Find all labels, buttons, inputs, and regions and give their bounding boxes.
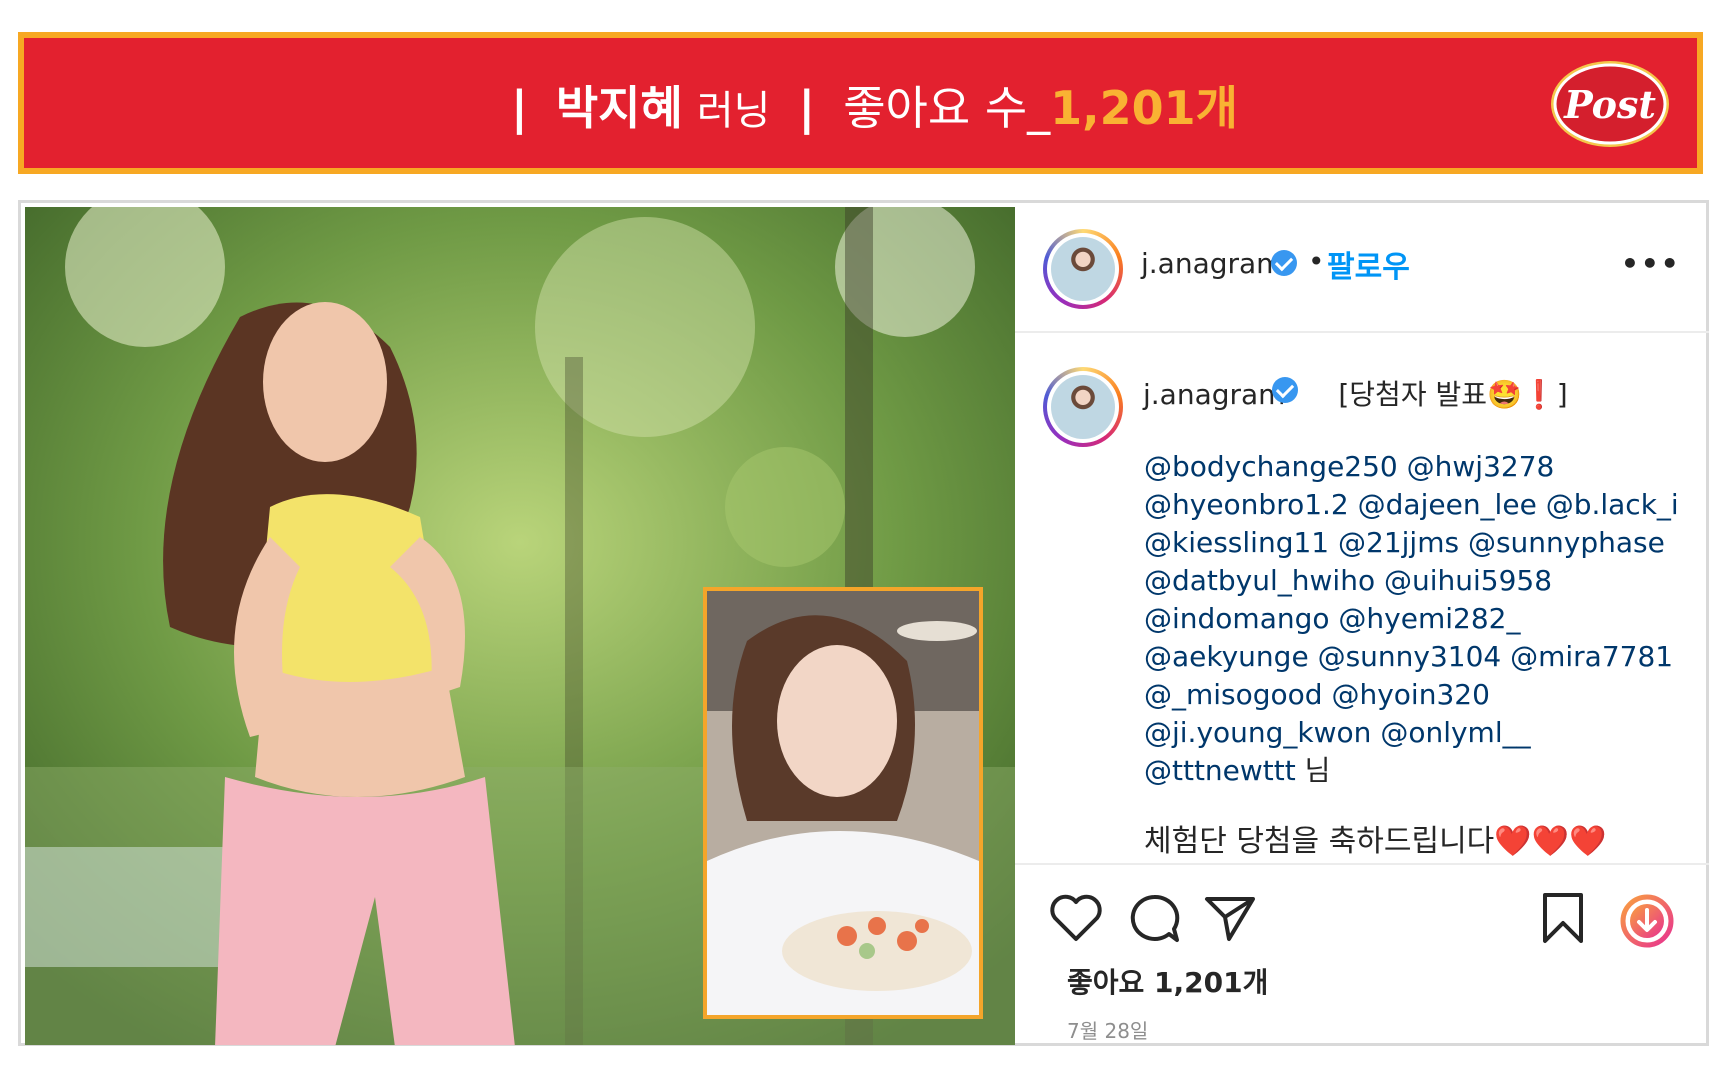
avatar-image	[1051, 237, 1115, 301]
instagram-post-card: j.anagram • 팔로우 ••• j.anagram [당첨자 발표🤩❗]…	[18, 200, 1709, 1046]
mention-line[interactable]: @hyeonbro1.2 @dajeen_lee @b.lack_i	[1144, 486, 1684, 524]
caption-avatar[interactable]	[1043, 367, 1123, 447]
caption-verified-badge-icon	[1272, 377, 1298, 403]
follow-button[interactable]: 팔로우	[1327, 242, 1410, 286]
more-options-button[interactable]: •••	[1621, 247, 1681, 280]
mention-line[interactable]: @kiessling11 @21jjms @sunnyphase	[1144, 524, 1684, 562]
banner-separator-2: |	[798, 81, 816, 135]
post-brand-logo: Post	[1551, 61, 1669, 147]
caption-closing: 체험단 당첨을 축하드립니다❤️❤️❤️	[1144, 824, 1607, 859]
heart-icon[interactable]	[1049, 893, 1103, 943]
banner-likes-count: 1,201개	[1050, 81, 1238, 135]
banner-name: 박지혜	[555, 81, 683, 135]
verified-badge-icon	[1271, 250, 1297, 276]
banner-title: | 박지혜 러닝 | 좋아요 수_1,201개	[24, 80, 1697, 139]
banner-separator: |	[511, 81, 528, 135]
mention-line[interactable]: @bodychange250 @hwj3278	[1144, 448, 1684, 486]
post-date[interactable]: 7월 28일	[1067, 1015, 1148, 1044]
comment-icon[interactable]	[1127, 893, 1181, 945]
mention-line[interactable]: @ji.young_kwon @onlyml__	[1144, 714, 1684, 752]
mention-line[interactable]: @aekyunge @sunny3104 @mira7781	[1144, 638, 1684, 676]
header-divider	[1015, 331, 1709, 333]
download-icon[interactable]	[1619, 893, 1675, 949]
mention-line[interactable]: @tttnewttt 님	[1144, 752, 1684, 790]
inset-photo	[703, 587, 983, 1019]
banner-activity: 러닝	[696, 88, 771, 134]
mention-list: @bodychange250 @hwj3278 @hyeonbro1.2 @da…	[1144, 448, 1684, 790]
running-photo	[25, 207, 1015, 1045]
mention-line[interactable]: @datbyul_hwiho @uihui5958	[1144, 562, 1684, 600]
caption-avatar-image	[1051, 375, 1115, 439]
profile-avatar[interactable]	[1043, 229, 1123, 309]
mention-line[interactable]: @_misogood @hyoin320	[1144, 676, 1684, 714]
post-username[interactable]: j.anagram	[1141, 247, 1283, 280]
bookmark-icon[interactable]	[1539, 891, 1587, 945]
post-detail-panel: j.anagram • 팔로우 ••• j.anagram [당첨자 발표🤩❗]…	[1015, 203, 1709, 1043]
likes-count[interactable]: 좋아요 1,201개	[1067, 961, 1268, 1001]
mention-line[interactable]: @indomango @hyemi282_	[1144, 600, 1684, 638]
caption-title: [당첨자 발표🤩❗]	[1338, 378, 1568, 411]
inset-photo-illustration	[707, 591, 979, 1015]
header-banner: | 박지혜 러닝 | 좋아요 수_1,201개 Post	[18, 32, 1703, 174]
mention-suffix: 님	[1295, 754, 1331, 787]
share-icon[interactable]	[1203, 893, 1257, 943]
banner-likes-label: 좋아요 수_	[843, 81, 1051, 135]
caption-username[interactable]: j.anagram	[1143, 378, 1285, 411]
dot-separator: •	[1308, 245, 1325, 278]
caption-header: j.anagram [당첨자 발표🤩❗]	[1143, 373, 1568, 413]
svg-text:Post: Post	[1563, 82, 1656, 127]
actions-divider	[1015, 863, 1709, 865]
